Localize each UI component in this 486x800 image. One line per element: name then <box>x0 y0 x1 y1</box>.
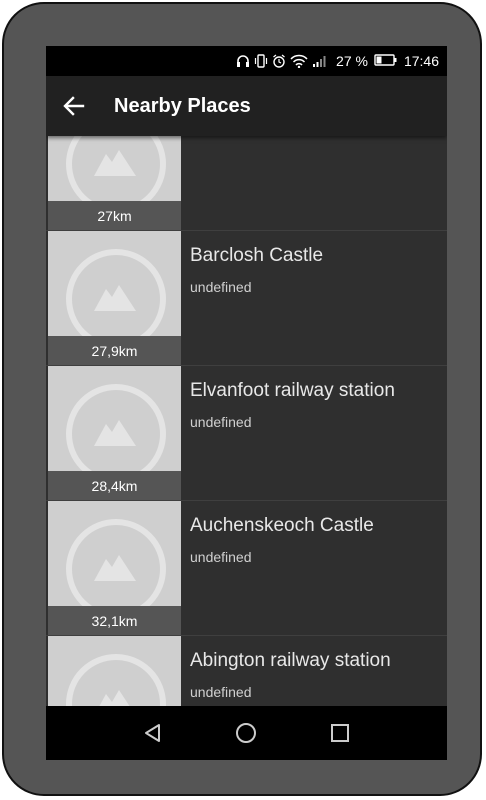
status-bar: 27 % 17:46 <box>46 46 447 76</box>
wifi-icon <box>290 54 308 68</box>
phone-screen: 27 % 17:46 Nearby Places 27km 27,9km Bar… <box>46 46 447 760</box>
place-thumbnail: 27,9km <box>48 231 181 365</box>
home-circle-icon <box>236 723 257 743</box>
mountain-icon <box>94 285 136 311</box>
list-item[interactable]: 32,1km Auchenskeoch Castle undefined <box>46 501 447 636</box>
headphones-icon <box>236 54 250 68</box>
place-description: undefined <box>190 549 252 565</box>
back-triangle-icon <box>144 724 160 742</box>
mountain-icon <box>94 555 136 581</box>
mountain-icon <box>99 690 130 706</box>
nav-back-button[interactable] <box>133 713 173 753</box>
distance-label: 27,9km <box>48 336 181 365</box>
vibrate-icon <box>254 54 268 68</box>
place-description: undefined <box>190 684 252 700</box>
list-item[interactable]: 33,8km Abington railway station undefine… <box>46 636 447 706</box>
recents-square-icon <box>331 724 350 742</box>
status-time: 17:46 <box>403 53 439 69</box>
page-title: Nearby Places <box>114 94 251 117</box>
signal-icon <box>312 54 328 68</box>
distance-label: 28,4km <box>48 471 181 500</box>
device-frame: 27 % 17:46 Nearby Places 27km 27,9km Bar… <box>2 2 482 796</box>
distance-label: 32,1km <box>48 606 181 635</box>
app-bar: Nearby Places <box>46 76 447 136</box>
mountain-icon <box>94 150 136 176</box>
place-name: Auchenskeoch Castle <box>190 515 374 536</box>
place-thumbnail: 28,4km <box>48 366 181 500</box>
nav-recents-button[interactable] <box>320 713 360 753</box>
place-description: undefined <box>190 414 252 430</box>
status-icons <box>236 54 328 68</box>
mountain-icon <box>94 420 136 446</box>
list-item[interactable]: 28,4km Elvanfoot railway station undefin… <box>46 366 447 501</box>
arrow-left-icon <box>63 96 85 116</box>
list-item[interactable]: 27,9km Barclosh Castle undefined <box>46 231 447 366</box>
back-button[interactable] <box>46 76 102 136</box>
place-name: Abington railway station <box>190 650 391 671</box>
distance-label: 27km <box>48 201 181 230</box>
battery-percent: 27 % <box>336 53 368 69</box>
place-name: Elvanfoot railway station <box>190 380 395 401</box>
place-thumbnail: 27km <box>48 136 181 230</box>
alarm-icon <box>272 54 286 68</box>
places-list-inner: 27km 27,9km Barclosh Castle undefined 28… <box>46 136 447 706</box>
place-name: Barclosh Castle <box>190 245 324 266</box>
place-thumbnail: 33,8km <box>48 636 181 706</box>
navigation-bar <box>46 706 447 760</box>
place-thumbnail: 32,1km <box>48 501 181 635</box>
battery-icon <box>374 53 398 69</box>
nav-home-button[interactable] <box>226 713 266 753</box>
places-list[interactable]: 27km 27,9km Barclosh Castle undefined 28… <box>46 136 447 706</box>
place-description: undefined <box>190 279 252 295</box>
list-item[interactable]: 27km <box>46 136 447 231</box>
